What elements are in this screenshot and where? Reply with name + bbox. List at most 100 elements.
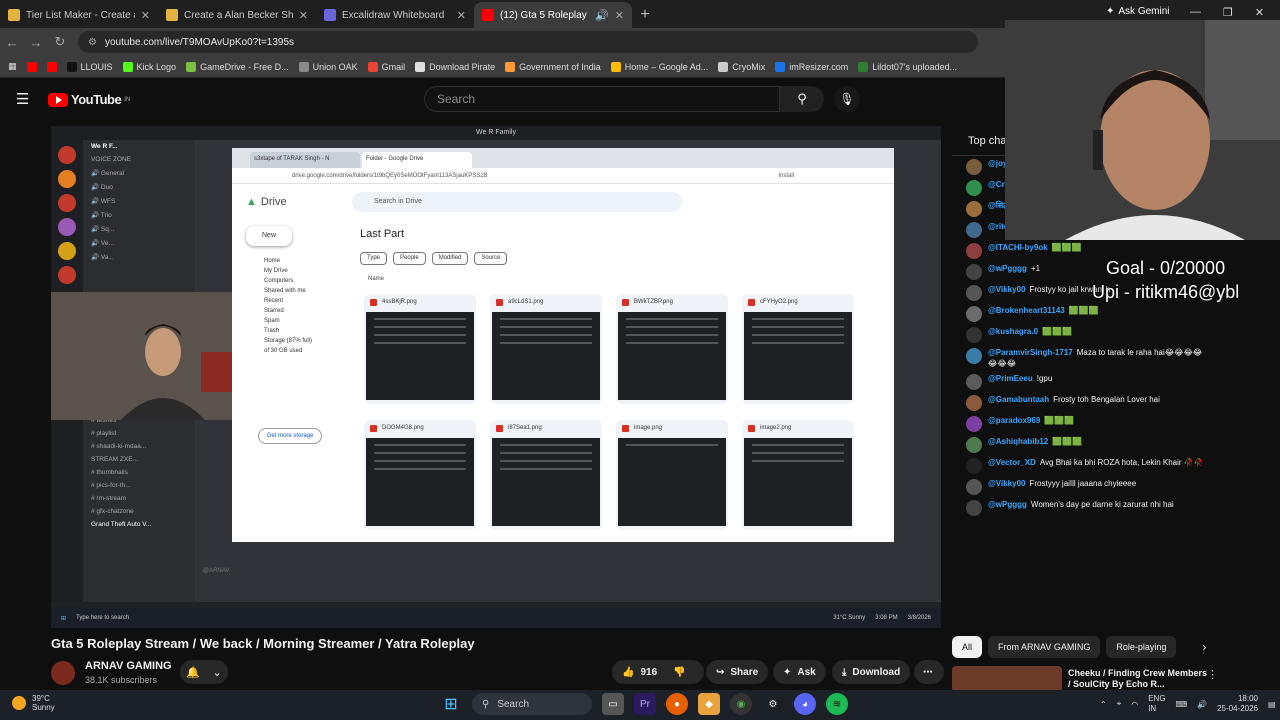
chat-message[interactable]: @ParamvirSingh-1717 Maza to tarak le raha… xyxy=(952,345,1214,371)
chat-avatar[interactable] xyxy=(966,458,982,474)
drive-nav-item[interactable]: Home xyxy=(246,256,312,266)
bookmark-item[interactable]: Kick Logo xyxy=(122,61,176,72)
drive-file[interactable]: i87Sea1.png xyxy=(490,420,602,530)
chat-message[interactable]: @Vector_XD Avg Bhai ka bhi ROZA hota, Lek… xyxy=(952,455,1214,476)
chat-avatar[interactable] xyxy=(966,437,982,453)
close-window-icon[interactable]: ✕ xyxy=(1255,6,1264,19)
chat-message[interactable]: @paradox969 🟩🟩🟩 xyxy=(952,413,1214,434)
maximize-icon[interactable]: ❐ xyxy=(1223,6,1233,19)
drive-file[interactable]: BWkTZBP.png xyxy=(616,294,728,404)
windows-start-icon[interactable]: ⊞ xyxy=(440,693,462,715)
drive-file[interactable]: a9cLdS1.png xyxy=(490,294,602,404)
drive-nav-item[interactable]: Computers xyxy=(246,276,312,286)
voice-channel[interactable]: 🔊 Sq... xyxy=(83,222,195,236)
drive-file[interactable]: image.png xyxy=(616,420,728,530)
chat-avatar[interactable] xyxy=(966,416,982,432)
filter-chip[interactable]: Type xyxy=(360,252,388,265)
drive-tab-active[interactable]: Folder - Google Drive xyxy=(362,152,472,168)
share-button[interactable]: ↪ Share xyxy=(706,660,769,684)
close-icon[interactable]: ✕ xyxy=(615,9,624,22)
ask-button[interactable]: ✦ Ask xyxy=(773,660,826,684)
location-icon[interactable]: ⌖ xyxy=(1117,699,1122,709)
app-icon[interactable]: ◆ xyxy=(698,693,720,715)
bookmark-item[interactable] xyxy=(46,61,57,72)
voice-channel[interactable]: 🔊 Va... xyxy=(83,250,195,264)
close-icon[interactable]: ✕ xyxy=(299,9,308,22)
text-channel[interactable]: # pics-for-th... xyxy=(83,479,195,492)
chat-avatar[interactable] xyxy=(966,264,982,280)
voice-channel[interactable]: 🔊 WFS xyxy=(83,194,195,208)
text-channel[interactable]: # gfx-chatzone xyxy=(83,505,195,518)
bookmark-item[interactable]: LLOUIS xyxy=(66,61,113,72)
bookmark-item[interactable]: Download Pirate xyxy=(415,61,495,72)
premiere-icon[interactable]: Pr xyxy=(634,693,656,715)
notification-icon[interactable]: ▤ xyxy=(1268,700,1276,709)
drive-new-button[interactable]: New xyxy=(246,226,292,246)
bookmark-item[interactable]: GameDrive - Free D... xyxy=(186,61,289,72)
drive-nav-item[interactable]: Trash xyxy=(246,326,312,336)
chat-avatar[interactable] xyxy=(966,285,982,301)
chat-message[interactable]: @Brokenheart31143 🟩🟩🟩 xyxy=(952,303,1214,324)
thumbs-down-icon[interactable]: 👎 xyxy=(673,667,685,678)
get-storage-button[interactable]: Get more storage xyxy=(258,428,322,444)
bookmark-item[interactable]: Gmail xyxy=(367,61,405,72)
name-column-header[interactable]: Name xyxy=(368,276,384,282)
chat-avatar[interactable] xyxy=(966,479,982,495)
chat-message[interactable]: @wPgggg Women's day pe darne ki zarurat n… xyxy=(952,497,1214,518)
server-icon[interactable] xyxy=(58,218,76,236)
suggested-video[interactable]: Cheeku / Finding Crew Members / SoulCity… xyxy=(952,664,1218,692)
drive-search-input[interactable]: Search in Drive xyxy=(352,192,682,212)
search-input[interactable]: Search xyxy=(424,86,780,112)
close-icon[interactable]: ✕ xyxy=(141,9,150,22)
drive-folder-heading[interactable]: Last Part xyxy=(360,228,404,240)
tab-excalidraw[interactable]: Excalidraw Whiteboard ✕ xyxy=(316,2,474,28)
speaker-icon[interactable]: 🔊 xyxy=(595,9,609,22)
channel-name[interactable]: ARNAV GAMING xyxy=(85,660,172,672)
chat-avatar[interactable] xyxy=(966,395,982,411)
chat-username[interactable]: @ITACHI-by9ok xyxy=(988,243,1048,252)
chevron-up-icon[interactable]: ⌃ xyxy=(1100,700,1107,709)
server-icon[interactable] xyxy=(58,242,76,260)
voice-channel[interactable]: 🔊 Trio xyxy=(83,208,195,222)
text-channel[interactable]: # thumbnails xyxy=(83,466,195,479)
bookmark-item[interactable]: Lildot07's uploaded... xyxy=(858,61,957,72)
chat-username[interactable]: @Brokenheart31143 xyxy=(988,306,1065,315)
filter-chip[interactable]: People xyxy=(393,252,426,265)
server-icon[interactable] xyxy=(58,266,76,284)
drive-nav-item[interactable]: Recent xyxy=(246,296,312,306)
apps-grid-icon[interactable]: ▦ xyxy=(8,61,17,72)
bookmark-item[interactable]: Home – Google Ad... xyxy=(610,61,708,72)
bookmark-item[interactable]: CryoMix xyxy=(718,61,765,72)
chat-username[interactable]: @PrimEeeu xyxy=(988,374,1033,383)
reload-icon[interactable]: ↻ xyxy=(48,34,72,50)
close-icon[interactable]: ✕ xyxy=(457,9,466,22)
chat-avatar[interactable] xyxy=(966,243,982,259)
bookmark-item[interactable]: Government of India xyxy=(505,61,601,72)
chat-username[interactable]: @kushagra.0 xyxy=(988,327,1038,336)
bookmark-item[interactable]: Union OAK xyxy=(298,61,358,72)
chevron-right-icon[interactable]: › xyxy=(1182,636,1206,658)
taskbar-search[interactable]: ⚲ Search xyxy=(472,693,592,715)
discord-icon[interactable]: ◕ xyxy=(794,693,816,715)
more-actions-button[interactable]: ⋯ xyxy=(914,660,944,684)
chat-username[interactable]: @Gamabuntaah xyxy=(988,395,1049,404)
region-code[interactable]: IN xyxy=(1148,704,1165,714)
search-button[interactable]: ⚲ xyxy=(780,86,824,112)
chat-avatar[interactable] xyxy=(966,159,982,175)
minimize-icon[interactable]: — xyxy=(1190,6,1201,19)
filter-chip-roleplay[interactable]: Role-playing xyxy=(1106,636,1177,658)
like-button[interactable]: 👍 916 👎 xyxy=(612,660,704,684)
filter-chip-all[interactable]: All xyxy=(952,636,983,658)
server-icon[interactable] xyxy=(58,170,76,188)
language-code[interactable]: ENG xyxy=(1148,694,1165,704)
filter-chip[interactable]: Source xyxy=(474,252,508,265)
settings-gear-icon[interactable]: ⚙ xyxy=(762,693,784,715)
chat-message[interactable]: @Vikky00 Frostyyy jaiIll jaaana chyieeee xyxy=(952,476,1214,497)
drive-tab[interactable]: s3xtape of TARAK Singh - N xyxy=(250,152,360,168)
drive-nav-item[interactable]: Starred xyxy=(246,306,312,316)
chat-avatar[interactable] xyxy=(966,348,982,364)
chat-message[interactable]: @Gamabuntaah Frosty toh Bengalan Lover ha… xyxy=(952,392,1214,413)
voice-channel[interactable]: 🔊 General xyxy=(83,166,195,180)
drive-file[interactable]: 4ssBKjR.png xyxy=(364,294,476,404)
chat-username[interactable]: @Vikky00 xyxy=(988,479,1025,488)
